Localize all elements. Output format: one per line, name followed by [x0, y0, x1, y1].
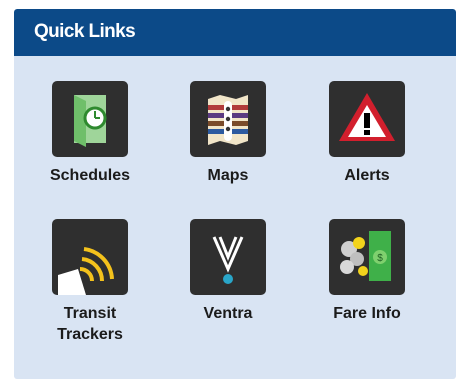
- fare-card-coins-icon: $: [329, 219, 405, 295]
- quick-link-label: Transit Trackers: [57, 305, 123, 343]
- quick-link-label: Alerts: [344, 167, 390, 184]
- quick-link-label: Fare Info: [333, 305, 401, 322]
- signal-waves-icon: [52, 219, 128, 295]
- warning-triangle-icon: [329, 81, 405, 157]
- widget-title: Quick Links: [34, 21, 136, 42]
- svg-text:$: $: [377, 253, 383, 264]
- ventra-v-icon: [190, 219, 266, 295]
- quick-link-label: Maps: [207, 167, 249, 184]
- schedule-clock-icon: [52, 81, 128, 157]
- folded-map-icon: [190, 81, 266, 157]
- quick-link-label: Schedules: [49, 167, 131, 184]
- quick-link-label: Ventra: [203, 305, 253, 322]
- widget-header: Quick Links: [14, 9, 456, 56]
